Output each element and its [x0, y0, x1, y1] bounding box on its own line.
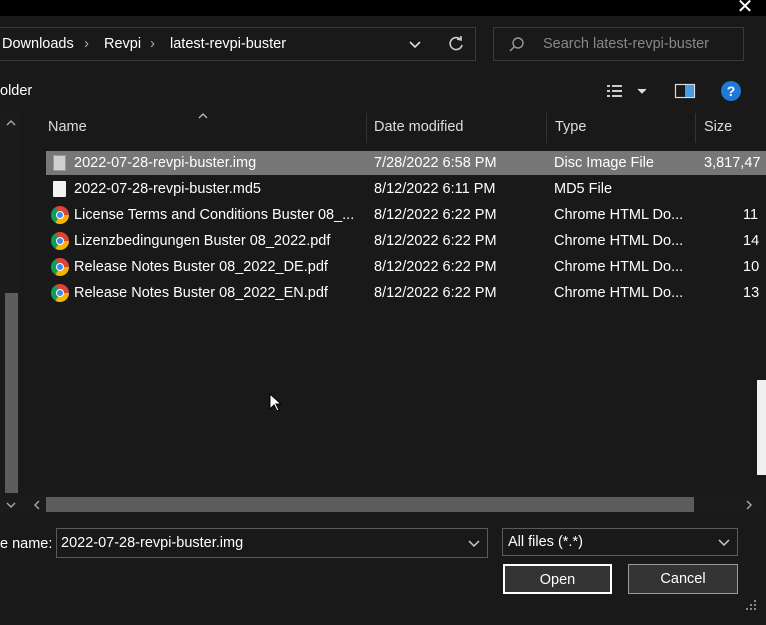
file-name: Lizenzbedingungen Buster 08_2022.pdf	[74, 233, 331, 249]
file-name: License Terms and Conditions Buster 08_.…	[74, 207, 355, 223]
disc-image-icon	[53, 155, 66, 171]
scroll-left-icon[interactable]	[30, 498, 44, 512]
file-name-value[interactable]: 2022-07-28-revpi-buster.img	[61, 531, 441, 555]
help-icon[interactable]: ?	[721, 81, 741, 101]
column-divider[interactable]	[546, 113, 547, 143]
file-date: 8/12/2022 6:11 PM	[374, 181, 496, 197]
refresh-icon[interactable]	[440, 28, 472, 60]
file-name-dropdown-icon[interactable]	[464, 533, 484, 553]
resize-grip-icon[interactable]	[745, 598, 757, 610]
column-divider[interactable]	[366, 113, 367, 143]
nav-scrollbar-thumb[interactable]	[5, 293, 18, 493]
breadcrumb-separator-icon: ›	[84, 35, 89, 52]
file-date: 8/12/2022 6:22 PM	[374, 207, 497, 223]
mouse-cursor-icon	[269, 392, 283, 413]
file-type: MD5 File	[554, 181, 613, 197]
breadcrumb-revpi[interactable]: Revpi	[104, 28, 141, 60]
file-name: Release Notes Buster 08_2022_DE.pdf	[74, 259, 328, 275]
chrome-icon	[51, 232, 69, 250]
file-name: 2022-07-28-revpi-buster.img	[74, 155, 257, 171]
file-type-dropdown-icon[interactable]	[714, 532, 734, 552]
search-icon	[507, 36, 527, 54]
file-size: 3,817,47	[704, 155, 761, 171]
file-type: Chrome HTML Do...	[554, 285, 684, 301]
cancel-button[interactable]: Cancel	[628, 564, 738, 594]
chrome-icon	[51, 284, 69, 302]
file-date: 8/12/2022 6:22 PM	[374, 233, 497, 249]
new-folder-button[interactable]: older	[0, 76, 32, 106]
view-options-icon[interactable]	[604, 82, 652, 100]
breadcrumb-separator-icon: ›	[150, 35, 155, 52]
nav-scroll-down-icon[interactable]	[4, 498, 18, 512]
file-name-label: e name:	[0, 536, 53, 552]
chrome-icon	[51, 206, 69, 224]
file-date: 8/12/2022 6:22 PM	[374, 285, 497, 301]
file-size: 11	[743, 207, 759, 223]
file-type: Chrome HTML Do...	[554, 259, 684, 275]
nav-scroll-up-icon[interactable]	[4, 116, 18, 130]
search-placeholder: Search latest-revpi-buster	[543, 36, 710, 52]
column-header-type[interactable]: Type	[555, 113, 586, 141]
column-header-date-modified[interactable]: Date modified	[374, 113, 463, 141]
column-header-name[interactable]: Name	[48, 113, 87, 141]
breadcrumb-latest-revpi-buster[interactable]: latest-revpi-buster	[170, 28, 286, 60]
file-type: Chrome HTML Do...	[554, 233, 684, 249]
column-header-size[interactable]: Size	[704, 113, 732, 141]
column-divider[interactable]	[695, 113, 696, 143]
sort-ascending-icon	[196, 108, 210, 119]
file-date: 8/12/2022 6:22 PM	[374, 259, 497, 275]
file-date: 7/28/2022 6:58 PM	[374, 155, 497, 171]
file-size: 14	[743, 233, 760, 249]
file-size: 13	[743, 285, 760, 301]
chrome-icon	[51, 258, 69, 276]
file-type: Chrome HTML Do...	[554, 207, 684, 223]
open-button[interactable]: Open	[503, 564, 612, 594]
background-window-edge	[757, 380, 766, 475]
preview-pane-icon[interactable]	[674, 82, 696, 100]
file-name: 2022-07-28-revpi-buster.md5	[74, 181, 261, 197]
breadcrumb-downloads[interactable]: Downloads	[2, 28, 74, 60]
address-dropdown-icon[interactable]	[400, 28, 430, 60]
file-type: Disc Image File	[554, 155, 654, 171]
file-name: Release Notes Buster 08_2022_EN.pdf	[74, 285, 328, 301]
file-type-value[interactable]: All files (*.*)	[508, 530, 698, 554]
horizontal-scrollbar-thumb[interactable]	[46, 497, 694, 512]
scroll-right-icon[interactable]	[742, 498, 756, 512]
file-icon	[53, 181, 66, 197]
file-size: 10	[743, 259, 760, 275]
